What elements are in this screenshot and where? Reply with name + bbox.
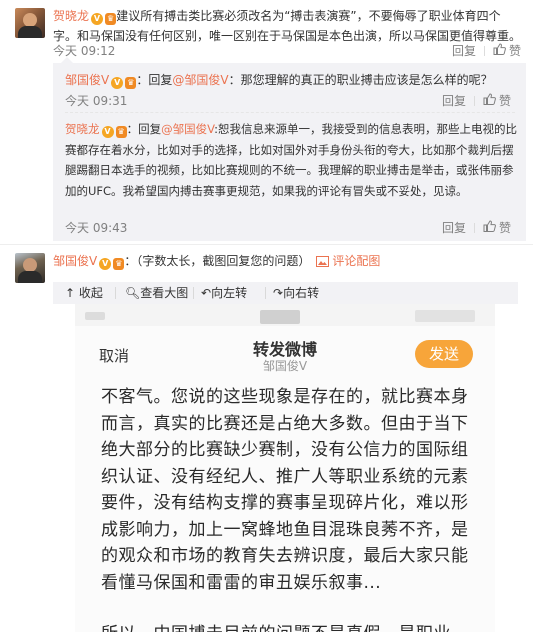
view-large-button[interactable]: 🔍︎查看大图 xyxy=(125,282,188,304)
image-toolbar: ↑ 收起 🔍︎查看大图 ↶向左转 ↷向右转 xyxy=(53,282,518,304)
rotate-left-button[interactable]: ↶向左转 xyxy=(201,282,247,304)
reply-actions: 回复 赞 xyxy=(442,219,511,236)
comment-author[interactable]: 邹国俊V xyxy=(53,254,97,268)
level-badge-icon: ♛ xyxy=(105,13,117,25)
like-button[interactable]: 赞 xyxy=(499,94,511,108)
comment-image-link[interactable]: 评论配图 xyxy=(332,254,380,268)
collapse-icon: ↑ xyxy=(65,286,76,300)
like-icon[interactable] xyxy=(493,43,506,58)
reply-button[interactable]: 回复 xyxy=(442,94,466,108)
divider xyxy=(65,112,515,113)
reply-button[interactable]: 回复 xyxy=(452,44,476,58)
comment-divider xyxy=(0,244,533,245)
avatar[interactable] xyxy=(15,253,45,283)
repost-body: 不客气。您说的这些现象是存在的，就比赛本身而言，真实的比赛还是占绝大多数。但由于… xyxy=(101,387,469,593)
verified-icon: V xyxy=(91,13,104,25)
like-button[interactable]: 赞 xyxy=(509,44,521,58)
zoom-icon: 🔍︎ xyxy=(125,286,141,300)
comment-body: ：（字数太长，截图回复您的问题） xyxy=(124,254,311,268)
rotate-right-button[interactable]: ↷向右转 xyxy=(273,282,319,304)
reply-author[interactable]: 贺晓龙 xyxy=(65,122,100,136)
comment-text: 贺晓龙 V ♛ 建议所有搏击类比赛必须改名为“搏击表演赛”，不要侮辱了职业体育四个字。… xyxy=(53,6,523,46)
comment-text: 邹国俊V V ♛ ：（字数太长，截图回复您的问题） 评论配图 xyxy=(53,251,380,273)
rotate-left-icon: ↶ xyxy=(201,286,212,300)
level-badge-icon: ♛ xyxy=(125,77,137,89)
reply-item: 贺晓龙 V ♛ ：回复@邹国俊V:恕我信息来源单一，我接受到的信息表明，那些上电视的比… xyxy=(65,122,517,198)
avatar[interactable] xyxy=(15,8,45,38)
reply-button[interactable]: 回复 xyxy=(442,221,466,235)
comment-actions: 回复 赞 xyxy=(452,42,521,59)
repost-body-last: 所以，中国搏击目前的问题不是真假，是职业 xyxy=(101,621,481,632)
image-icon[interactable] xyxy=(316,253,330,273)
reply-list: 邹国俊V V ♛ ：回复@邹国俊V：那您理解的真正的职业搏击应该是怎么样的呢？ 今天 … xyxy=(53,57,526,241)
level-badge-icon: ♛ xyxy=(115,126,127,138)
mention-link[interactable]: @邹国俊V xyxy=(161,122,214,136)
level-badge-icon: ♛ xyxy=(113,258,125,270)
reply-time: 今天 09:31 xyxy=(65,94,128,108)
collapse-button[interactable]: ↑ 收起 xyxy=(65,282,103,304)
mention-link[interactable]: @邹国俊V xyxy=(172,73,228,87)
reply-item: 邹国俊V V ♛ ：回复@邹国俊V：那您理解的真正的职业搏击应该是怎么样的呢？ xyxy=(65,73,493,89)
reply-time: 今天 09:43 xyxy=(65,221,128,235)
verified-icon: V xyxy=(111,77,124,89)
verified-icon: V xyxy=(99,258,112,270)
comment-author[interactable]: 贺晓龙 xyxy=(53,9,89,23)
reply-actions: 回复 赞 xyxy=(442,92,511,109)
like-icon[interactable] xyxy=(483,220,496,235)
comment-body: 建议所有搏击类比赛必须改名为“搏击表演赛”，不要侮辱了职业体育四个字。和马保国没… xyxy=(53,9,522,43)
like-icon[interactable] xyxy=(483,93,496,108)
reply-author[interactable]: 邹国俊V xyxy=(65,73,109,87)
rotate-right-icon: ↷ xyxy=(273,286,284,300)
comment-image[interactable]: 取消 转发微博 邹国俊V 发送 不客气。您说的这些现象是存在的，就比赛本身而言，… xyxy=(75,304,495,632)
send-button: 发送 xyxy=(415,340,473,368)
verified-icon: V xyxy=(101,126,114,138)
like-button[interactable]: 赞 xyxy=(499,221,511,235)
